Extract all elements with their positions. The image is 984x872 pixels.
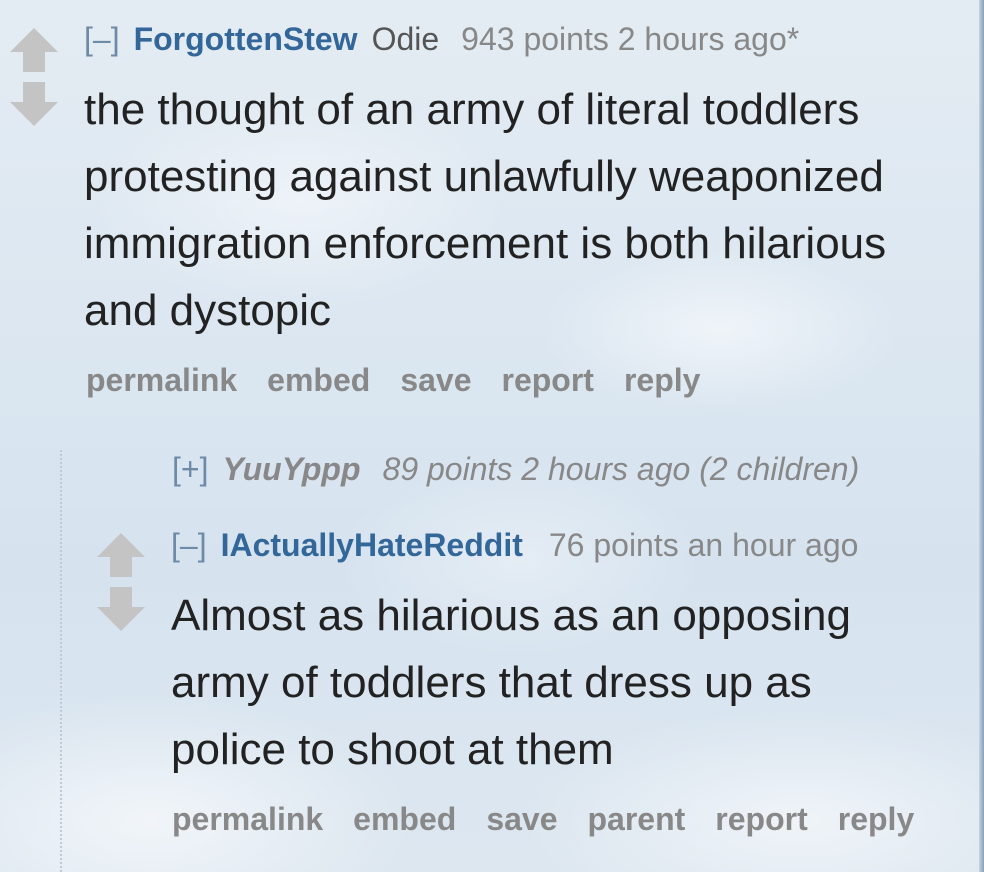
upvote-arrow-icon[interactable]	[95, 531, 147, 579]
comment-forgottenstew: [–] ForgottenStew Odie 943 points 2 hours a…	[84, 19, 964, 399]
collapse-toggle[interactable]: [–]	[171, 527, 207, 563]
parent-button[interactable]: parent	[588, 801, 686, 837]
comment-time: an hour ago	[687, 527, 859, 563]
comment-body: the thought of an army of literal toddle…	[84, 85, 887, 335]
author-link[interactable]: ForgottenStew	[134, 21, 358, 57]
expand-toggle[interactable]: [+]	[172, 451, 208, 487]
vote-column-comment-3	[95, 531, 147, 633]
save-button[interactable]: save	[486, 801, 557, 837]
downvote-arrow-icon[interactable]	[95, 585, 147, 633]
collapse-toggle[interactable]: [–]	[84, 21, 120, 57]
user-flair: Odie	[371, 21, 440, 57]
embed-button[interactable]: embed	[267, 362, 370, 398]
child-thread-line	[60, 450, 62, 872]
permalink-button[interactable]: permalink	[172, 801, 323, 837]
comment-tagline: [+] YuuYppp 89 points 2 hours ago (2 child…	[172, 449, 859, 489]
comment-tagline: [–] IActuallyHateReddit 76 points an hour …	[171, 525, 971, 565]
permalink-button[interactable]: permalink	[86, 362, 237, 398]
embed-button[interactable]: embed	[353, 801, 456, 837]
reply-button[interactable]: reply	[624, 362, 700, 398]
report-button[interactable]: report	[502, 362, 594, 398]
vote-column-comment-1	[8, 26, 60, 128]
page-right-border	[979, 0, 984, 872]
comment-score: 943 points	[461, 21, 609, 57]
comment-time: 2 hours ago*	[617, 21, 800, 57]
comment-tagline: [–] ForgottenStew Odie 943 points 2 hours a…	[84, 19, 964, 59]
save-button[interactable]: save	[400, 362, 471, 398]
comment-score: 76 points	[548, 527, 679, 563]
reply-button[interactable]: reply	[838, 801, 914, 837]
comment-yuuyppp-collapsed: [+] YuuYppp 89 points 2 hours ago (2 child…	[172, 449, 859, 489]
report-button[interactable]: report	[715, 801, 807, 837]
author-link[interactable]: YuuYppp	[222, 451, 360, 487]
comment-time: 2 hours ago	[521, 451, 691, 487]
comment-iactuallyhatereddit: [–] IActuallyHateReddit 76 points an hour …	[171, 525, 971, 838]
author-link[interactable]: IActuallyHateReddit	[221, 527, 523, 563]
upvote-arrow-icon[interactable]	[8, 26, 60, 74]
comment-body: Almost as hilarious as an opposing army …	[171, 591, 851, 774]
comment-buttons: permalink embed save report reply	[86, 362, 964, 399]
comment-buttons: permalink embed save parent report reply	[172, 801, 971, 838]
children-count: (2 children)	[699, 451, 860, 487]
downvote-arrow-icon[interactable]	[8, 80, 60, 128]
comment-score: 89 points	[382, 451, 513, 487]
